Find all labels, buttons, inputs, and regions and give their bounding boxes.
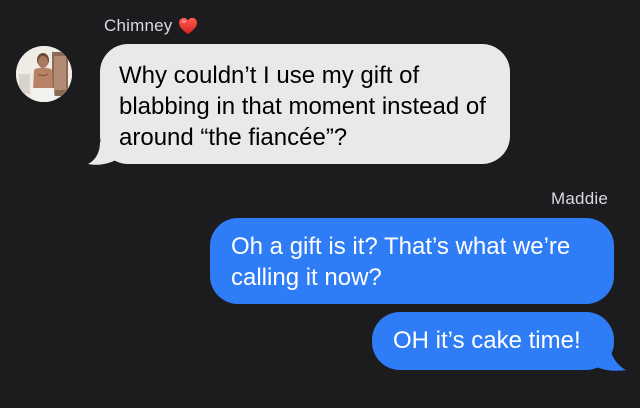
message-thread: Chimney Why couldn’t I use my gift of bl… bbox=[0, 0, 640, 408]
message-text: Oh a gift is it? That’s what we’re calli… bbox=[231, 233, 571, 291]
sender-name: Chimney bbox=[104, 16, 173, 35]
sender-name-row: Chimney bbox=[104, 16, 198, 36]
message-text: OH it’s cake time! bbox=[393, 327, 581, 354]
incoming-bubble-tail bbox=[88, 142, 116, 165]
outgoing-message-bubble[interactable]: OH it’s cake time! bbox=[372, 312, 614, 370]
incoming-message-bubble[interactable]: Why couldn’t I use my gift of blabbing i… bbox=[100, 44, 510, 164]
sender-name-me: Maddie bbox=[551, 189, 608, 208]
outgoing-bubble-tail bbox=[594, 348, 626, 371]
outgoing-message-bubble[interactable]: Oh a gift is it? That’s what we’re calli… bbox=[210, 218, 614, 304]
heart-icon bbox=[179, 17, 198, 35]
contact-photo-icon bbox=[16, 46, 72, 102]
avatar[interactable] bbox=[16, 46, 72, 102]
message-text: Why couldn’t I use my gift of blabbing i… bbox=[119, 62, 486, 151]
